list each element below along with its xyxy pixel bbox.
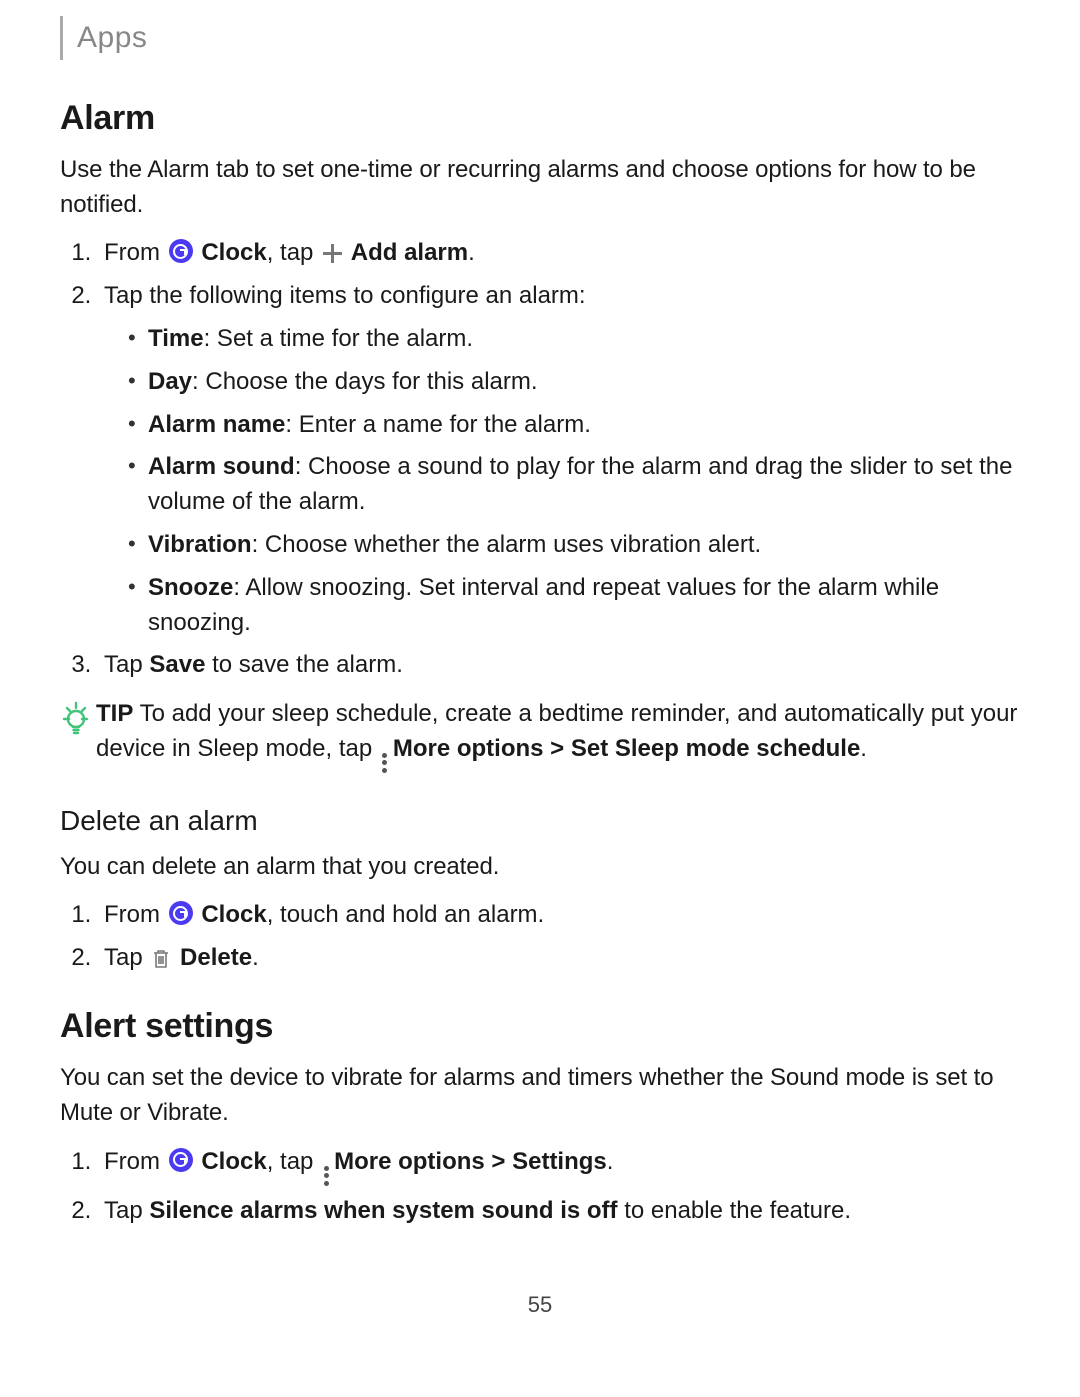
text: Tap the following items to configure an … bbox=[104, 282, 586, 309]
text: From bbox=[104, 239, 167, 266]
desc: : Set a time for the alarm. bbox=[204, 325, 473, 352]
text: . bbox=[468, 239, 475, 266]
settings-label: Settings bbox=[512, 1148, 607, 1175]
text: Tap bbox=[104, 944, 149, 971]
alarm-step-3: Tap Save to save the alarm. bbox=[98, 648, 1020, 683]
delete-step-1: From Clock, touch and hold an alarm. bbox=[98, 898, 1020, 933]
heading-alert-settings: Alert settings bbox=[60, 1002, 1020, 1051]
clock-icon bbox=[169, 901, 193, 925]
text: to save the alarm. bbox=[205, 651, 402, 678]
desc: : Choose whether the alarm uses vibratio… bbox=[252, 531, 762, 558]
page-header: Apps bbox=[60, 16, 1020, 60]
gt: > bbox=[544, 735, 571, 762]
text: , touch and hold an alarm. bbox=[267, 901, 545, 928]
tip-body: TIP To add your sleep schedule, create a… bbox=[96, 697, 1020, 773]
heading-delete-alarm: Delete an alarm bbox=[60, 801, 1020, 842]
add-alarm-label: Add alarm bbox=[351, 239, 468, 266]
desc: : Allow snoozing. Set interval and repea… bbox=[148, 574, 939, 636]
tip-label: TIP bbox=[96, 700, 133, 727]
label: Alarm sound bbox=[148, 453, 295, 480]
delete-step-2: Tap Delete. bbox=[98, 941, 1020, 976]
clock-icon bbox=[169, 1148, 193, 1172]
page-number: 55 bbox=[60, 1289, 1020, 1321]
heading-alarm: Alarm bbox=[60, 94, 1020, 143]
alert-step-2: Tap Silence alarms when system sound is … bbox=[98, 1194, 1020, 1229]
tip-block: TIP To add your sleep schedule, create a… bbox=[60, 697, 1020, 773]
text: Tap bbox=[104, 1197, 149, 1224]
option-alarm-sound: Alarm sound: Choose a sound to play for … bbox=[134, 450, 1020, 520]
label: Snooze bbox=[148, 574, 233, 601]
set-sleep-label: Set Sleep mode schedule bbox=[571, 735, 860, 762]
desc: : Enter a name for the alarm. bbox=[285, 411, 590, 438]
text: . bbox=[860, 735, 867, 762]
more-options-icon bbox=[381, 753, 389, 773]
delete-label: Delete bbox=[180, 944, 252, 971]
text: From bbox=[104, 1148, 167, 1175]
more-options-label: More options bbox=[334, 1148, 485, 1175]
option-alarm-name: Alarm name: Enter a name for the alarm. bbox=[134, 408, 1020, 443]
text: to enable the feature. bbox=[618, 1197, 852, 1224]
clock-label: Clock bbox=[201, 1148, 266, 1175]
more-options-icon bbox=[322, 1166, 330, 1186]
option-snooze: Snooze: Allow snoozing. Set interval and… bbox=[134, 571, 1020, 641]
alarm-options: Time: Set a time for the alarm. Day: Cho… bbox=[104, 322, 1020, 640]
clock-label: Clock bbox=[201, 239, 266, 266]
text: . bbox=[607, 1148, 614, 1175]
clock-icon bbox=[169, 239, 193, 263]
alert-intro: You can set the device to vibrate for al… bbox=[60, 1061, 1020, 1131]
label: Day bbox=[148, 368, 192, 395]
text: From bbox=[104, 901, 167, 928]
alarm-step-1: From Clock, tap Add alarm. bbox=[98, 236, 1020, 271]
lightbulb-icon bbox=[60, 699, 94, 739]
clock-label: Clock bbox=[201, 901, 266, 928]
alert-steps: From Clock, tap More options > Settings.… bbox=[60, 1145, 1020, 1229]
text: Tap bbox=[104, 651, 149, 678]
plus-icon bbox=[322, 243, 342, 263]
delete-intro: You can delete an alarm that you created… bbox=[60, 850, 1020, 885]
delete-steps: From Clock, touch and hold an alarm. Tap… bbox=[60, 898, 1020, 976]
alarm-intro: Use the Alarm tab to set one-time or rec… bbox=[60, 153, 1020, 223]
label: Alarm name bbox=[148, 411, 285, 438]
text: , tap bbox=[267, 239, 320, 266]
desc: : Choose the days for this alarm. bbox=[192, 368, 538, 395]
text: , tap bbox=[267, 1148, 320, 1175]
gt: > bbox=[485, 1148, 512, 1175]
more-options-label: More options bbox=[393, 735, 544, 762]
alert-step-1: From Clock, tap More options > Settings. bbox=[98, 1145, 1020, 1186]
alarm-step-2: Tap the following items to configure an … bbox=[98, 279, 1020, 640]
silence-label: Silence alarms when system sound is off bbox=[149, 1197, 617, 1224]
option-time: Time: Set a time for the alarm. bbox=[134, 322, 1020, 357]
option-day: Day: Choose the days for this alarm. bbox=[134, 365, 1020, 400]
alarm-steps: From Clock, tap Add alarm. Tap the follo… bbox=[60, 236, 1020, 683]
trash-icon bbox=[152, 948, 170, 968]
text: . bbox=[252, 944, 259, 971]
save-label: Save bbox=[149, 651, 205, 678]
option-vibration: Vibration: Choose whether the alarm uses… bbox=[134, 528, 1020, 563]
label: Time bbox=[148, 325, 204, 352]
page-content: Apps Alarm Use the Alarm tab to set one-… bbox=[0, 0, 1080, 1361]
page-header-label: Apps bbox=[77, 21, 147, 54]
label: Vibration bbox=[148, 531, 252, 558]
